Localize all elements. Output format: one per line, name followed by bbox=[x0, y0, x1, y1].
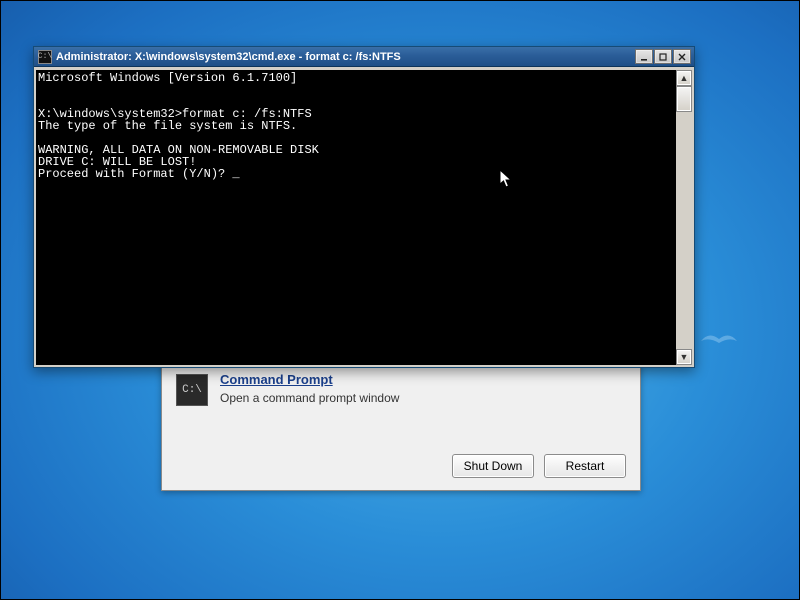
scroll-down-button[interactable]: ▼ bbox=[676, 349, 692, 365]
minimize-button[interactable] bbox=[635, 49, 653, 64]
desktop-background: C:\ Command Prompt Open a command prompt… bbox=[0, 0, 800, 600]
recovery-tools-dialog: C:\ Command Prompt Open a command prompt… bbox=[161, 361, 641, 491]
scroll-up-button[interactable]: ▲ bbox=[676, 70, 692, 86]
cmd-titlebar[interactable]: C:\ Administrator: X:\windows\system32\c… bbox=[34, 47, 694, 67]
scroll-track[interactable] bbox=[676, 86, 692, 349]
cmd-scrollbar[interactable]: ▲ ▼ bbox=[676, 70, 692, 365]
command-prompt-description: Open a command prompt window bbox=[220, 391, 626, 405]
scroll-thumb[interactable] bbox=[676, 86, 692, 112]
shutdown-button[interactable]: Shut Down bbox=[452, 454, 534, 478]
cmd-body: Microsoft Windows [Version 6.1.7100] X:\… bbox=[34, 67, 694, 367]
command-prompt-link[interactable]: Command Prompt bbox=[220, 372, 626, 387]
command-prompt-icon: C:\ bbox=[176, 374, 208, 406]
close-button[interactable] bbox=[673, 49, 691, 64]
cmd-title-icon: C:\ bbox=[38, 50, 52, 64]
command-prompt-window: C:\ Administrator: X:\windows\system32\c… bbox=[33, 46, 695, 368]
maximize-button[interactable] bbox=[654, 49, 672, 64]
cmd-title-text: Administrator: X:\windows\system32\cmd.e… bbox=[56, 51, 635, 63]
tool-row-command-prompt: C:\ Command Prompt Open a command prompt… bbox=[162, 362, 640, 412]
windows-bird-decoration bbox=[699, 331, 739, 351]
restart-button[interactable]: Restart bbox=[544, 454, 626, 478]
cmd-output[interactable]: Microsoft Windows [Version 6.1.7100] X:\… bbox=[36, 70, 676, 365]
